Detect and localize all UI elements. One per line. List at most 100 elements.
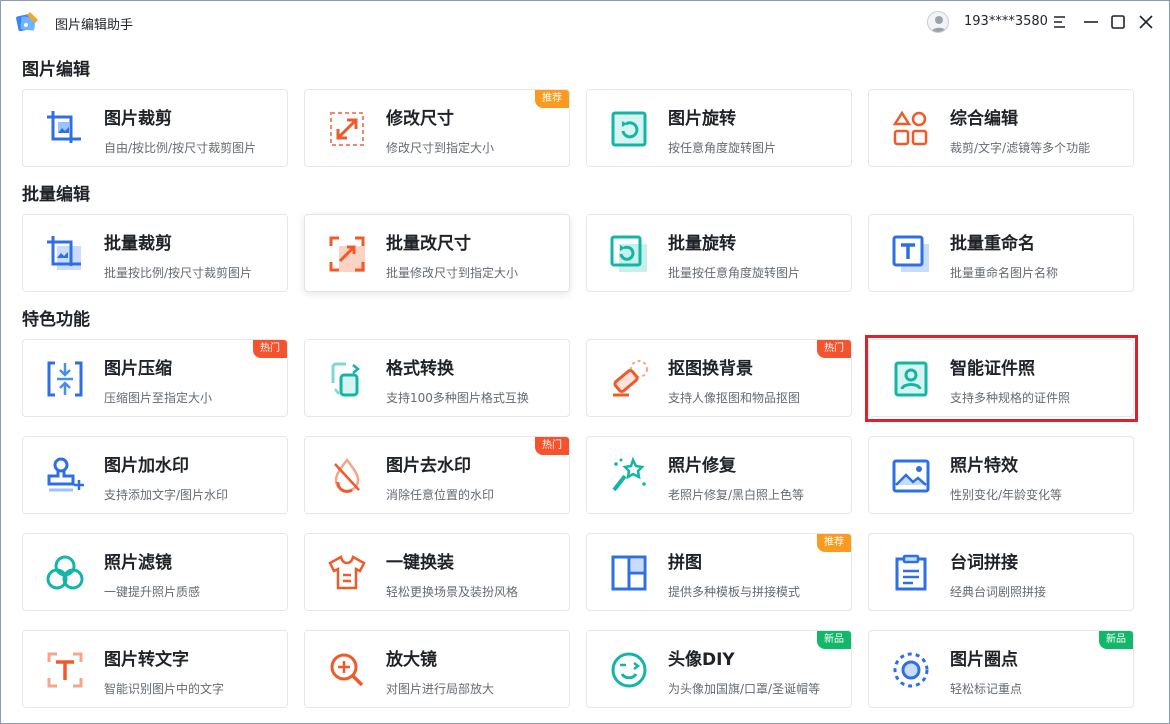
card-desc: 支持多种规格的证件照 [950, 391, 1071, 405]
card-desc: 支持人像抠图和物品抠图 [668, 391, 801, 405]
card-format-convert[interactable]: 格式转换 支持100多种图片格式互换 [304, 339, 570, 417]
smiley-icon [607, 648, 651, 692]
card-desc: 自由/按比例/按尺寸裁剪图片 [104, 141, 257, 155]
magnifier-icon [325, 648, 369, 692]
clipboard-icon [889, 551, 933, 595]
card-title: 批量裁剪 [104, 234, 172, 254]
card-title: 台词拼接 [950, 553, 1018, 573]
card-photo-filter[interactable]: 照片滤镜 一键提升照片质感 [22, 533, 288, 611]
maximize-icon[interactable] [1108, 12, 1128, 32]
card-title: 图片转文字 [104, 650, 189, 670]
card-title: 拼图 [668, 553, 702, 573]
card-title: 照片滤镜 [104, 553, 172, 573]
card-desc: 提供多种模板与拼接模式 [668, 585, 801, 599]
card-title: 抠图换背景 [668, 359, 753, 379]
user-phone[interactable]: 193****3580 [964, 14, 1048, 29]
card-title: 批量改尺寸 [386, 234, 471, 254]
remove-watermark-icon [325, 454, 369, 498]
card-title: 图片压缩 [104, 359, 172, 379]
card-title: 图片旋转 [668, 109, 736, 129]
hot-badge: 热门 [535, 437, 569, 455]
card-desc: 批量按比例/按尺寸裁剪图片 [104, 266, 253, 280]
card-batch-crop[interactable]: 批量裁剪 批量按比例/按尺寸裁剪图片 [22, 214, 288, 292]
card-title: 照片特效 [950, 456, 1018, 476]
close-icon[interactable] [1136, 12, 1156, 32]
compress-icon [43, 357, 87, 401]
card-add-watermark[interactable]: 图片加水印 支持添加文字/图片水印 [22, 436, 288, 514]
card-desc: 批量修改尺寸到指定大小 [386, 266, 519, 280]
card-outfit-change[interactable]: 一键换装 轻松更换场景及装扮风格 [304, 533, 570, 611]
card-title: 放大镜 [386, 650, 437, 670]
card-desc: 智能识别图片中的文字 [104, 682, 225, 696]
shirt-icon [325, 551, 369, 595]
card-batch-rotate[interactable]: 批量旋转 批量按任意角度旋转图片 [586, 214, 852, 292]
card-desc: 性别变化/年龄变化等 [950, 488, 1063, 502]
card-cutout-background[interactable]: 抠图换背景 支持人像抠图和物品抠图 热门 [586, 339, 852, 417]
card-desc: 批量重命名图片名称 [950, 266, 1059, 280]
card-photo-repair[interactable]: 照片修复 老照片修复/黑白照上色等 [586, 436, 852, 514]
card-batch-resize[interactable]: 批量改尺寸 批量修改尺寸到指定大小 [304, 214, 570, 292]
stamp-icon [43, 454, 87, 498]
card-resize[interactable]: 修改尺寸 修改尺寸到指定大小 推荐 [304, 89, 570, 167]
card-rotate[interactable]: 图片旋转 按任意角度旋转图片 [586, 89, 852, 167]
id-photo-icon [889, 357, 933, 401]
card-title: 一键换装 [386, 553, 454, 573]
app-logo-icon [15, 10, 41, 34]
recommend-badge: 推荐 [535, 90, 569, 108]
card-desc: 轻松更换场景及装扮风格 [386, 585, 519, 599]
card-title: 图片圈点 [950, 650, 1018, 670]
card-smart-id-photo[interactable]: 智能证件照 支持多种规格的证件照 [868, 339, 1134, 417]
card-magnifier[interactable]: 放大镜 对图片进行局部放大 [304, 630, 570, 708]
new-badge: 新品 [817, 631, 851, 649]
card-compress[interactable]: 图片压缩 压缩图片至指定大小 热门 [22, 339, 288, 417]
batch-resize-icon [325, 232, 369, 276]
minimize-icon[interactable] [1081, 12, 1101, 32]
card-image-crop[interactable]: 图片裁剪 自由/按比例/按尺寸裁剪图片 [22, 89, 288, 167]
landscape-icon [889, 454, 933, 498]
card-title: 智能证件照 [950, 359, 1035, 379]
card-desc: 消除任意位置的水印 [386, 488, 495, 502]
card-photo-effects[interactable]: 照片特效 性别变化/年龄变化等 [868, 436, 1134, 514]
card-avatar-diy[interactable]: 头像DIY 为头像加国旗/口罩/圣诞帽等 新品 [586, 630, 852, 708]
card-title: 综合编辑 [950, 109, 1018, 129]
card-comprehensive-edit[interactable]: 综合编辑 裁剪/文字/滤镜等多个功能 [868, 89, 1134, 167]
card-title: 修改尺寸 [386, 109, 454, 129]
card-desc: 对图片进行局部放大 [386, 682, 495, 696]
card-title: 图片裁剪 [104, 109, 172, 129]
new-badge: 新品 [1099, 631, 1133, 649]
card-title: 格式转换 [386, 359, 454, 379]
menu-icon[interactable] [1050, 12, 1070, 32]
eraser-icon [607, 357, 651, 401]
card-desc: 老照片修复/黑白照上色等 [668, 488, 805, 502]
resize-arrows-icon [325, 107, 369, 151]
app-window: 图片编辑助手 193****3580 图片编辑 批量编辑 特色功能 图片裁剪 自… [0, 0, 1170, 724]
card-lines-stitch[interactable]: 台词拼接 经典台词剧照拼接 [868, 533, 1134, 611]
format-convert-icon [325, 357, 369, 401]
card-title: 图片加水印 [104, 456, 189, 476]
card-desc: 轻松标记重点 [950, 682, 1023, 696]
card-desc: 按任意角度旋转图片 [668, 141, 777, 155]
card-collage[interactable]: 拼图 提供多种模板与拼接模式 推荐 [586, 533, 852, 611]
hot-badge: 热门 [817, 340, 851, 358]
batch-rotate-icon [607, 232, 651, 276]
shapes-icon [889, 107, 933, 151]
card-image-annotate[interactable]: 图片圈点 轻松标记重点 新品 [868, 630, 1134, 708]
card-desc: 为头像加国旗/口罩/圣诞帽等 [668, 682, 821, 696]
section-title-image-edit: 图片编辑 [22, 60, 90, 80]
target-circle-icon [889, 648, 933, 692]
card-image-to-text[interactable]: 图片转文字 智能识别图片中的文字 [22, 630, 288, 708]
magic-wand-icon [607, 454, 651, 498]
user-avatar[interactable] [927, 11, 949, 33]
card-title: 批量重命名 [950, 234, 1035, 254]
section-title-batch-edit: 批量编辑 [22, 185, 90, 205]
card-desc: 裁剪/文字/滤镜等多个功能 [950, 141, 1091, 155]
card-desc: 压缩图片至指定大小 [104, 391, 213, 405]
app-title: 图片编辑助手 [55, 18, 134, 33]
batch-rename-icon [889, 232, 933, 276]
section-title-featured: 特色功能 [22, 310, 90, 330]
rotate-icon [607, 107, 651, 151]
recommend-badge: 推荐 [817, 534, 851, 552]
batch-crop-icon [43, 232, 87, 276]
card-remove-watermark[interactable]: 图片去水印 消除任意位置的水印 热门 [304, 436, 570, 514]
card-batch-rename[interactable]: 批量重命名 批量重命名图片名称 [868, 214, 1134, 292]
